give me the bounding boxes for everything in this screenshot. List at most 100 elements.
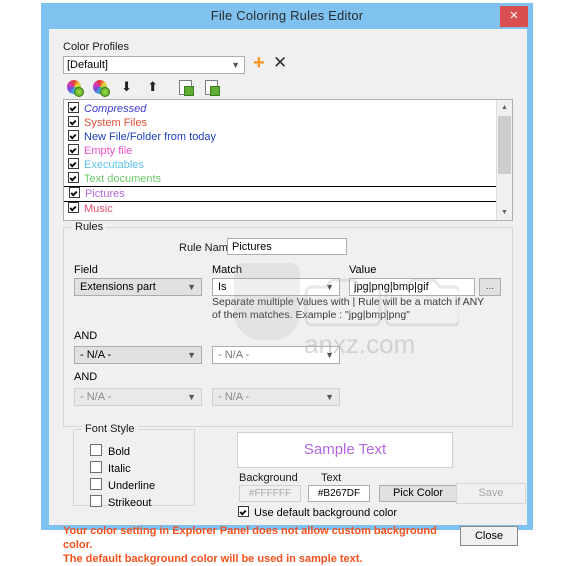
field-select-row3-value: - N/A - [80, 391, 112, 403]
field-select-row1[interactable]: Extensions part ▼ [74, 278, 202, 296]
checkbox-icon[interactable] [68, 116, 79, 127]
checkbox-icon[interactable] [90, 444, 102, 456]
import-profile-icon[interactable] [178, 79, 195, 96]
checkbox-icon[interactable] [69, 187, 80, 198]
list-item[interactable]: Empty file [64, 144, 512, 158]
warning-line-2: The default background color will be use… [63, 553, 363, 565]
checkbox-icon[interactable] [68, 172, 79, 183]
list-item-label: Pictures [85, 188, 125, 200]
scroll-down-icon[interactable]: ▼ [497, 205, 512, 220]
text-color-input[interactable]: #B267DF [308, 485, 370, 502]
color-profile-select[interactable]: [Default] ▼ [63, 56, 245, 74]
font-style-label: Bold [108, 446, 131, 458]
and-label-1: AND [74, 330, 98, 342]
chevron-down-icon: ▼ [187, 392, 196, 402]
edit-color-icon[interactable] [93, 79, 111, 97]
field-select-row2-value: - N/A - [80, 349, 112, 361]
match-select-row1-value: Is [218, 281, 227, 293]
scrollbar-thumb[interactable] [498, 116, 511, 174]
chevron-down-icon: ▼ [187, 350, 196, 360]
checkbox-icon[interactable] [68, 144, 79, 155]
dialog-window: File Coloring Rules Editor ✕ Color Profi… [41, 3, 533, 565]
font-style-option[interactable]: Underline [90, 478, 155, 492]
export-profile-icon[interactable] [204, 79, 221, 96]
field-select-row3: - N/A - ▼ [74, 388, 202, 406]
color-profiles-label: Color Profiles [63, 41, 130, 53]
use-default-background-label: Use default background color [254, 507, 398, 519]
chevron-down-icon: ▼ [325, 392, 334, 402]
font-style-option[interactable]: Italic [90, 461, 131, 475]
checkbox-icon[interactable] [90, 478, 102, 490]
match-select-row1[interactable]: Is ▼ [212, 278, 340, 296]
rules-group-title: Rules [72, 221, 107, 233]
delete-profile-button[interactable]: ✕ [273, 54, 287, 72]
value-hint-text: Separate multiple Values with | Rule wil… [212, 296, 484, 321]
list-item[interactable]: Executables [64, 158, 512, 172]
chevron-down-icon: ▼ [325, 282, 334, 292]
checkbox-icon[interactable] [68, 202, 79, 213]
sample-text-preview: Sample Text [237, 432, 453, 468]
save-button: Save [456, 483, 526, 504]
match-select-row3-value: - N/A - [218, 391, 250, 403]
list-toolbar: ⬇ ⬆ [67, 79, 227, 97]
list-item-label: Music [84, 203, 113, 215]
dialog-body: Color Profiles [Default] ▼ + ✕ ⬇ ⬆ Compr… [49, 29, 527, 565]
rules-listbox[interactable]: Compressed System Files New File/Folder fr… [63, 99, 513, 221]
value-column-header: Value [349, 264, 377, 276]
field-select-row1-value: Extensions part [80, 281, 156, 293]
background-label: Background [239, 472, 298, 484]
checkbox-icon[interactable] [90, 461, 102, 473]
checkbox-icon[interactable] [68, 102, 79, 113]
list-scrollbar[interactable]: ▲ ▼ [496, 100, 512, 220]
rule-name-input[interactable]: Pictures [227, 238, 347, 255]
add-color-icon[interactable] [67, 79, 84, 97]
text-label: Text [321, 472, 342, 484]
checkbox-icon[interactable] [68, 130, 79, 141]
font-style-option[interactable]: Bold [90, 444, 130, 458]
close-icon[interactable]: ✕ [500, 6, 528, 27]
match-select-row2[interactable]: - N/A - ▼ [212, 346, 340, 364]
move-up-icon[interactable]: ⬆ [145, 79, 161, 95]
window-title: File Coloring Rules Editor [210, 8, 364, 23]
rule-name-label: Rule Name [179, 242, 235, 254]
add-profile-button[interactable]: + [253, 53, 265, 73]
chevron-down-icon: ▼ [231, 60, 240, 70]
match-column-header: Match [212, 264, 242, 276]
match-select-row2-value: - N/A - [218, 349, 250, 361]
warning-message: Your color setting in Explorer Panel doe… [63, 524, 443, 566]
font-style-group: Font Style Bold Italic Underline Strikeout [73, 423, 195, 509]
list-item[interactable]: Pictures [64, 186, 512, 202]
rules-group: Rules Rule Name Pictures Field Match Val… [63, 221, 513, 427]
field-column-header: Field [74, 264, 98, 276]
checkbox-icon [238, 506, 249, 517]
font-style-option[interactable]: Strikeout [90, 495, 151, 509]
list-item-label: Compressed [84, 103, 147, 115]
font-style-label: Italic [108, 463, 131, 475]
list-item[interactable]: Text documents [64, 172, 512, 186]
and-label-2: AND [74, 371, 98, 383]
list-item-label: Text documents [84, 173, 162, 185]
use-default-background-checkbox[interactable]: Use default background color [238, 506, 397, 519]
field-select-row2[interactable]: - N/A - ▼ [74, 346, 202, 364]
move-down-icon[interactable]: ⬇ [119, 79, 135, 95]
warning-line-1: Your color setting in Explorer Panel doe… [63, 525, 437, 551]
list-item[interactable]: New File/Folder from today [64, 130, 512, 144]
list-item[interactable]: System Files [64, 116, 512, 130]
checkbox-icon[interactable] [68, 158, 79, 169]
title-bar: File Coloring Rules Editor ✕ [42, 4, 532, 29]
list-item-label: Executables [84, 159, 144, 171]
close-button[interactable]: Close [460, 526, 518, 546]
list-item-label: System Files [84, 117, 147, 129]
list-item-label: Empty file [84, 145, 133, 157]
background-color-input: #FFFFFF [239, 485, 301, 502]
color-profile-value: [Default] [67, 59, 108, 71]
list-item[interactable]: Compressed [64, 102, 512, 116]
checkbox-icon[interactable] [90, 495, 102, 507]
scroll-up-icon[interactable]: ▲ [497, 100, 512, 115]
value-input-row1[interactable]: jpg|png|bmp|gif [349, 278, 475, 296]
list-item[interactable]: Music [64, 202, 512, 216]
value-browse-button[interactable]: ... [479, 278, 501, 296]
match-select-row3: - N/A - ▼ [212, 388, 340, 406]
pick-color-button[interactable]: Pick Color [379, 485, 457, 502]
chevron-down-icon: ▼ [187, 282, 196, 292]
